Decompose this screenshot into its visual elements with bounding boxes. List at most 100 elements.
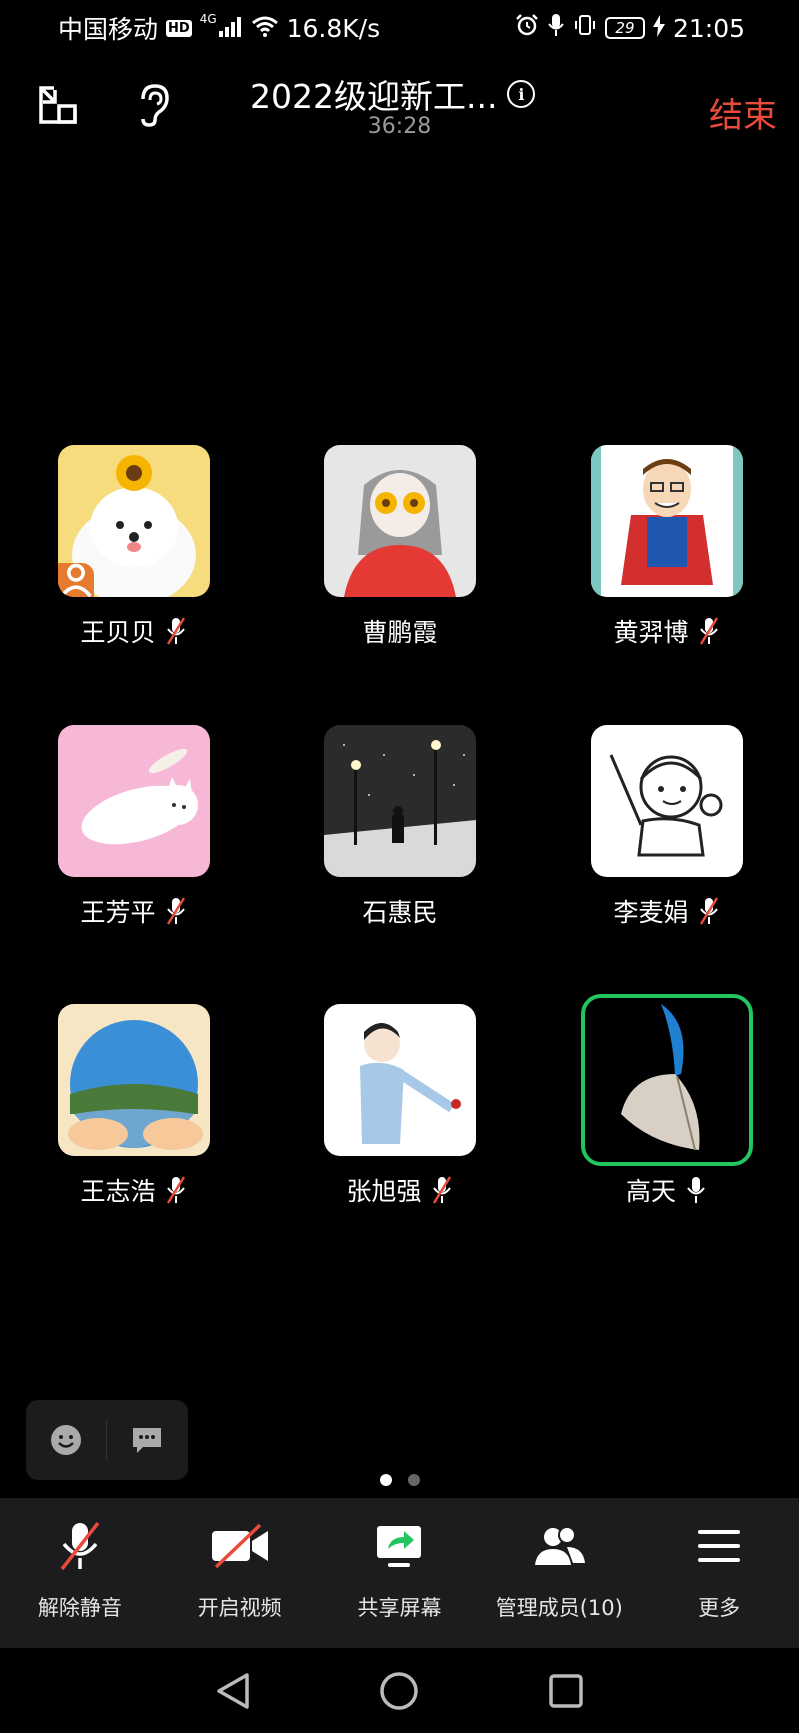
more-button[interactable]: 更多 (639, 1498, 799, 1648)
participant-name-row: 张旭强 (284, 1172, 516, 1208)
avatar (591, 445, 743, 597)
manage-members-label: 管理成员(10) (495, 1596, 623, 1620)
back-triangle-icon (217, 1672, 249, 1709)
avatar (324, 725, 476, 877)
meeting-toolbar: 解除静音 开启视频 共享屏幕 管理成员(10) 更多 (0, 1498, 799, 1648)
page-dot-1[interactable] (379, 1474, 392, 1486)
mic-status-icon (547, 13, 565, 43)
participant-tile[interactable]: 王志浩 (58, 1004, 210, 1206)
participant-name-row: 黄羿博 (551, 613, 783, 649)
meeting-timer: 36:28 (367, 114, 432, 139)
page-dot-2[interactable] (407, 1474, 420, 1486)
wifi-icon (251, 14, 279, 43)
participant-tile[interactable]: 黄羿博 (591, 445, 743, 647)
boy-rose-avatar-image (324, 1004, 476, 1156)
nav-recents-button[interactable] (536, 1661, 596, 1721)
participant-name: 张旭强 (346, 1177, 422, 1206)
share-screen-label: 共享屏幕 (357, 1596, 442, 1620)
more-label: 更多 (698, 1596, 741, 1620)
participant-tile[interactable]: 曹鹏霞 (324, 445, 476, 647)
mic-active-icon (687, 1177, 705, 1203)
nav-home-button[interactable] (369, 1661, 429, 1721)
net-speed: 16.8K/s (286, 13, 381, 43)
info-icon[interactable]: i (507, 80, 536, 108)
recents-square-icon (549, 1673, 583, 1708)
charging-icon (652, 14, 665, 43)
home-circle-icon (380, 1671, 419, 1710)
vibrate-icon (573, 13, 597, 43)
mic-muted-icon (60, 1521, 100, 1571)
start-video-button[interactable]: 开启视频 (160, 1498, 320, 1648)
share-screen-button[interactable]: 共享屏幕 (320, 1498, 480, 1648)
hd-badge: HD (166, 19, 192, 37)
mic-muted-icon (166, 617, 185, 645)
participant-name-row: 石惠民 (284, 893, 516, 929)
participant-tile[interactable]: 王贝贝 (58, 445, 210, 647)
meeting-title-area: 2022级迎新工... i (250, 70, 570, 118)
start-video-label: 开启视频 (197, 1596, 282, 1620)
participant-tile[interactable]: 张旭强 (324, 1004, 476, 1206)
girl-avatar-image (324, 445, 476, 597)
host-person-icon (60, 563, 92, 597)
sketch-girl-avatar-image (591, 725, 743, 877)
participant-name: 王芳平 (80, 898, 156, 927)
host-badge (58, 563, 94, 597)
participant-tile[interactable]: 石惠民 (324, 725, 476, 927)
participant-name: 黄羿博 (613, 618, 689, 647)
unmute-button[interactable]: 解除静音 (0, 1498, 160, 1648)
participant-name-row: 王志浩 (18, 1172, 250, 1208)
reaction-button[interactable] (26, 1400, 106, 1480)
meeting-title: 2022级迎新工... (250, 77, 498, 116)
mic-muted-icon (699, 897, 718, 925)
smiley-icon (51, 1425, 81, 1455)
mic-muted-icon (166, 1176, 185, 1204)
snowy-street-avatar-image (324, 725, 476, 877)
participant-name: 曹鹏霞 (362, 618, 438, 647)
participant-name-row: 曹鹏霞 (284, 613, 516, 649)
participant-name: 高天 (625, 1177, 676, 1206)
participant-name: 石惠民 (362, 898, 438, 927)
quick-actions-bar (26, 1400, 188, 1480)
signal-icon (218, 14, 243, 43)
status-bar: 中国移动 HD 4G 16.8K/s 29 21:05 (0, 0, 799, 56)
manage-members-button[interactable]: 管理成员(10) (479, 1498, 639, 1648)
lake-avatar-image (58, 1004, 210, 1156)
alarm-icon (515, 13, 539, 43)
avatar (58, 1004, 210, 1156)
chat-button[interactable] (107, 1400, 187, 1480)
avatar (58, 725, 210, 877)
participant-tile[interactable]: 王芳平 (58, 725, 210, 927)
participant-tile[interactable]: 高天 (581, 994, 753, 1206)
participant-name-row: 王芳平 (18, 893, 250, 929)
participant-name: 李麦娟 (613, 898, 689, 927)
battery-indicator: 29 (604, 17, 645, 39)
pink-cat-avatar-image (58, 725, 210, 877)
participant-name-row: 李麦娟 (551, 893, 783, 929)
camera-off-icon (211, 1523, 268, 1569)
avatar (591, 1004, 743, 1156)
avatar (591, 725, 743, 877)
superhero-avatar-image (591, 445, 743, 597)
chat-bubble-icon (133, 1428, 161, 1453)
mic-muted-icon (699, 617, 718, 645)
participant-tile[interactable]: 李麦娟 (591, 725, 743, 927)
network-type: 4G (199, 12, 217, 26)
end-meeting-button[interactable]: 结束 (709, 88, 777, 137)
participant-name-row: 高天 (551, 1172, 783, 1208)
mic-muted-icon (432, 1176, 451, 1204)
status-right: 29 21:05 (515, 13, 745, 43)
mic-muted-icon (166, 897, 185, 925)
participant-name: 王志浩 (80, 1177, 156, 1206)
status-left: 中国移动 HD 4G 16.8K/s (58, 10, 380, 46)
avatar (58, 445, 210, 597)
nav-back-button[interactable] (203, 1661, 263, 1721)
avatar (324, 1004, 476, 1156)
page-indicator (0, 1474, 799, 1486)
menu-icon (698, 1530, 741, 1562)
system-nav-bar (0, 1648, 799, 1733)
meeting-header: 2022级迎新工... i 36:28 结束 (0, 70, 799, 150)
participant-name-row: 王贝贝 (18, 613, 250, 649)
unmute-label: 解除静音 (37, 1596, 122, 1620)
clock-time: 21:05 (672, 13, 745, 43)
feather-avatar-image (591, 1004, 743, 1156)
